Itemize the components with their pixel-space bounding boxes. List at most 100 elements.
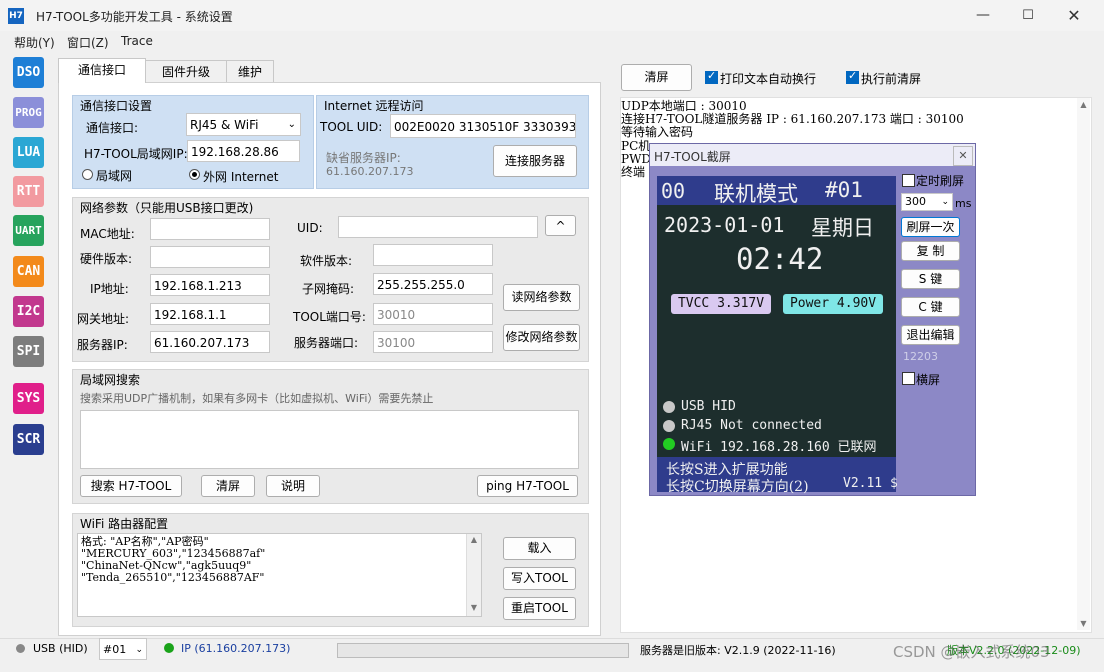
menu-window[interactable]: 窗口(Z) <box>67 34 109 51</box>
wifi-load-button[interactable]: 载入 <box>503 537 576 560</box>
menu-trace[interactable]: Trace <box>121 34 153 48</box>
uid-input[interactable] <box>338 216 538 238</box>
gateway-input[interactable]: 192.168.1.1 <box>150 303 270 325</box>
c-key-button[interactable]: C 键 <box>901 297 960 317</box>
close-button[interactable]: ✕ <box>1051 0 1097 31</box>
modify-net-params-button[interactable]: 修改网络参数 <box>503 324 580 351</box>
iface-value: RJ45 & WiFi <box>190 118 259 132</box>
lan-search-hint: 搜索采用UDP广播机制，如果有多网卡（比如虚拟机、WiFi）需要先禁止 <box>80 392 434 405</box>
watermark: CSDN @嵌入式系统03 <box>893 643 1050 661</box>
connect-server-button[interactable]: 连接服务器 <box>493 145 577 177</box>
tab-comm[interactable]: 通信接口 <box>58 58 146 83</box>
rj45-status: RJ45 Not connected <box>681 418 822 433</box>
interval-value: 300 <box>905 195 926 208</box>
radio-lan[interactable] <box>82 169 93 180</box>
tab-maintenance[interactable]: 维护 <box>226 60 274 83</box>
lan-help-button[interactable]: 说明 <box>266 475 320 497</box>
wifi-write-button[interactable]: 写入TOOL <box>503 567 576 590</box>
right-clear-button[interactable]: 清屏 <box>621 64 692 91</box>
sidebar-i2c-button[interactable]: I2C <box>13 296 44 327</box>
timer-refresh-label: 定时刷屏 <box>916 174 965 188</box>
radio-wan[interactable] <box>189 169 200 180</box>
wifi-config-textarea[interactable]: 格式: "AP名称","AP密码" "MERCURY_603","12345688… <box>77 533 482 617</box>
sidebar-spi-button[interactable]: SPI <box>13 336 44 367</box>
gateway-label: 网关地址: <box>77 312 130 326</box>
maximize-button[interactable]: ☐ <box>1005 0 1051 31</box>
title-bar: H7 H7-TOOL多功能开发工具 - 系统设置 — ☐ ✕ <box>0 0 1104 31</box>
usb-status-dot <box>663 401 675 413</box>
iface-select[interactable]: RJ45 & WiFi ⌄ <box>186 113 301 136</box>
refresh-once-button[interactable]: 刷屏一次 <box>901 217 960 237</box>
default-server-label: 缺省服务器IP: <box>326 151 401 165</box>
mac-label: MAC地址: <box>80 227 135 241</box>
device-select[interactable]: #01 ⌄ <box>99 638 147 660</box>
copy-button[interactable]: 复 制 <box>901 241 960 261</box>
ip-input[interactable]: 192.168.1.213 <box>150 274 270 296</box>
ip-label: IP地址: <box>90 282 129 296</box>
sidebar-prog-button[interactable]: PROG <box>13 97 44 128</box>
server-ip-label: 服务器IP: <box>77 338 128 352</box>
lan-ip-label: H7-TOOL局域网IP: <box>84 147 188 161</box>
mask-label: 子网掩码: <box>302 282 355 296</box>
ping-tool-button[interactable]: ping H7-TOOL <box>477 475 578 497</box>
sidebar-scr-button[interactable]: SCR <box>13 424 44 455</box>
landscape-checkbox[interactable] <box>902 372 915 385</box>
app-icon: H7 <box>8 8 24 24</box>
menu-help[interactable]: 帮助(Y) <box>14 34 55 51</box>
log-scrollbar[interactable]: ▲ ▼ <box>1077 98 1090 630</box>
landscape-label: 横屏 <box>916 373 941 387</box>
sidebar-dso-button[interactable]: DSO <box>13 57 44 88</box>
screen-header-title: 联机模式 <box>714 182 798 206</box>
minimize-button[interactable]: — <box>960 0 1006 31</box>
exit-edit-button[interactable]: 退出编辑 <box>901 325 960 345</box>
tool-port-input[interactable]: 30010 <box>373 303 493 325</box>
server-port-label: 服务器端口: <box>294 336 359 350</box>
sidebar-sys-button[interactable]: SYS <box>13 383 44 414</box>
ip-connection-dot <box>164 643 174 653</box>
mac-input[interactable] <box>150 218 270 240</box>
screenshot-title: H7-TOOL截屏 <box>654 150 731 164</box>
screen-hint2: 长按C切换屏幕方向(2) <box>666 479 809 495</box>
lan-clear-button[interactable]: 清屏 <box>201 475 255 497</box>
wifi-restart-button[interactable]: 重启TOOL <box>503 597 576 620</box>
wrap-checkbox[interactable] <box>705 69 718 84</box>
tab-firmware[interactable]: 固件升级 <box>144 60 228 83</box>
lan-ip-input[interactable]: 192.168.28.86 <box>187 140 300 162</box>
hw-version-input[interactable] <box>150 246 270 268</box>
sidebar-can-button[interactable]: CAN <box>13 256 44 287</box>
search-tool-button[interactable]: 搜索 H7-TOOL <box>80 475 182 497</box>
comm-group-title: 通信接口设置 <box>80 99 153 113</box>
sidebar-uart-button[interactable]: UART <box>13 215 44 246</box>
wifi-scrollbar[interactable]: ▲ ▼ <box>466 534 481 616</box>
sw-version-input[interactable] <box>373 244 493 266</box>
expand-button[interactable]: ^ <box>545 215 576 236</box>
status-ip: IP (61.160.207.173) <box>181 642 291 655</box>
read-net-params-button[interactable]: 读网络参数 <box>503 284 580 311</box>
sidebar-rtt-button[interactable]: RTT <box>13 176 44 207</box>
lan-search-results[interactable] <box>80 410 579 469</box>
interval-select[interactable]: 300 ⌄ <box>901 193 953 211</box>
wrap-label: 打印文本自动换行 <box>720 72 817 86</box>
uid-label: UID: <box>297 221 323 235</box>
close-icon[interactable]: ✕ <box>953 146 973 166</box>
screenshot-window: H7-TOOL截屏 ✕ 00 联机模式 #01 2023-01-01 星期日 0… <box>649 143 976 496</box>
log-line: 终端 <box>621 165 646 179</box>
wifi-status: WiFi 192.168.28.160 已联网 <box>681 440 877 455</box>
tool-uid-input[interactable]: 002E0020 3130510F 33303938 <box>390 114 576 138</box>
clear-before-checkbox[interactable] <box>846 69 859 84</box>
server-ip-input[interactable]: 61.160.207.173 <box>150 331 270 353</box>
s-key-button[interactable]: S 键 <box>901 269 960 289</box>
hw-version-label: 硬件版本: <box>80 252 133 266</box>
timer-refresh-checkbox[interactable] <box>902 174 915 187</box>
tool-uid-label: TOOL UID: <box>320 120 383 134</box>
device-screen: 00 联机模式 #01 2023-01-01 星期日 02:42 TVCC 3.… <box>657 176 898 495</box>
clear-before-label: 执行前清屏 <box>861 72 922 86</box>
server-port-input[interactable]: 30100 <box>373 331 493 353</box>
screenshot-titlebar: H7-TOOL截屏 ✕ <box>650 144 975 166</box>
mask-input[interactable]: 255.255.255.0 <box>373 273 493 295</box>
sidebar-lua-button[interactable]: LUA <box>13 137 44 168</box>
wifi-config-line: "Tenda_265510","123456887AF" <box>81 571 265 584</box>
usb-connection-dot <box>16 644 25 653</box>
log-line: 等待输入密码 <box>621 125 694 140</box>
sw-version-label: 软件版本: <box>300 254 353 268</box>
